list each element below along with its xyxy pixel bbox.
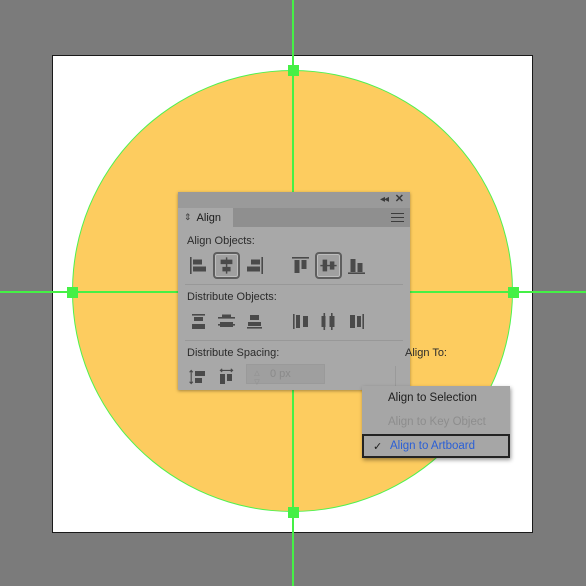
horizontal-align-left-button[interactable] [185, 252, 212, 279]
section-divider [185, 284, 403, 285]
close-icon[interactable]: ✕ [395, 194, 404, 205]
menu-item-align-to-artboard[interactable]: ✓ Align to Artboard [362, 434, 510, 458]
stepper-up-icon[interactable]: △ [254, 370, 259, 377]
section-divider [185, 340, 403, 341]
menu-line [391, 217, 404, 218]
horizontal-distribute-right-icon [350, 314, 364, 329]
horizontal-align-right-icon [247, 257, 263, 274]
distribute-spacing-button-row [185, 364, 241, 391]
distribute-objects-button-row [185, 308, 371, 335]
horizontal-distribute-spacing-icon [219, 368, 234, 384]
panel-menu-icon[interactable] [391, 213, 404, 222]
horizontal-distribute-center-button[interactable] [315, 308, 342, 335]
spacing-stepper[interactable]: △ ▽ [250, 368, 264, 388]
align-objects-button-row [185, 252, 371, 279]
vertical-distribute-center-icon [218, 314, 235, 327]
horizontal-align-center-button[interactable] [213, 252, 240, 279]
horizontal-align-center-icon [220, 257, 233, 274]
align-panel[interactable]: ◂◂ ✕ ⇕ Align Align Objects: Distribute O… [178, 192, 447, 412]
tab-align-label: Align [196, 211, 222, 224]
horizontal-distribute-center-icon [321, 313, 335, 330]
vertical-align-top-button[interactable] [287, 252, 314, 279]
distribute-objects-label: Distribute Objects: [187, 291, 277, 303]
horizontal-distribute-left-button[interactable] [287, 308, 314, 335]
spacing-value: 0 px [270, 368, 291, 380]
horizontal-distribute-left-icon [293, 314, 308, 329]
horizontal-align-right-button[interactable] [241, 252, 268, 279]
vertical-distribute-top-icon [192, 314, 205, 329]
anchor-point-right[interactable] [508, 287, 519, 298]
vertical-distribute-spacing-button[interactable] [185, 364, 212, 391]
check-icon: ✓ [373, 441, 383, 453]
vertical-align-bottom-icon [348, 259, 365, 274]
panel-titlebar[interactable]: ◂◂ ✕ [178, 192, 410, 208]
vertical-distribute-bottom-button[interactable] [241, 308, 268, 335]
stepper-down-icon[interactable]: ▽ [254, 379, 259, 386]
align-to-label: Align To: [405, 347, 447, 359]
panel-tab-row: ⇕ Align [178, 208, 410, 227]
tab-toggle-icon: ⇕ [184, 212, 192, 222]
distribute-spacing-label: Distribute Spacing: [187, 347, 280, 359]
vertical-distribute-bottom-icon [247, 315, 262, 329]
align-panel-body: Align Objects: Distribute Objects: Distr… [178, 227, 447, 412]
tab-align[interactable]: ⇕ Align [178, 208, 234, 227]
vertical-distribute-top-button[interactable] [185, 308, 212, 335]
horizontal-distribute-right-button[interactable] [343, 308, 370, 335]
vertical-align-center-button[interactable] [315, 252, 342, 279]
menu-item-align-to-key-object: Align to Key Object [362, 410, 510, 434]
vertical-align-bottom-button[interactable] [343, 252, 370, 279]
align-objects-label: Align Objects: [187, 235, 255, 247]
vertical-distribute-spacing-icon [189, 369, 205, 385]
collapse-panel-icon[interactable]: ◂◂ [380, 194, 389, 206]
menu-item-label: Align to Selection [388, 392, 477, 404]
vertical-distribute-center-button[interactable] [213, 308, 240, 335]
menu-item-align-to-selection[interactable]: Align to Selection [362, 386, 510, 410]
menu-line [391, 213, 404, 214]
menu-line [391, 221, 404, 222]
align-to-dropdown-menu[interactable]: Align to Selection Align to Key Object ✓… [362, 386, 510, 458]
vertical-align-center-icon [320, 259, 337, 272]
menu-item-label: Align to Key Object [388, 416, 486, 428]
horizontal-distribute-spacing-button[interactable] [213, 364, 240, 391]
menu-item-label: Align to Artboard [390, 440, 476, 452]
vertical-align-top-icon [292, 257, 309, 273]
anchor-point-top[interactable] [288, 65, 299, 76]
anchor-point-bottom[interactable] [288, 507, 299, 518]
anchor-point-left[interactable] [67, 287, 78, 298]
horizontal-align-left-icon [190, 257, 206, 274]
